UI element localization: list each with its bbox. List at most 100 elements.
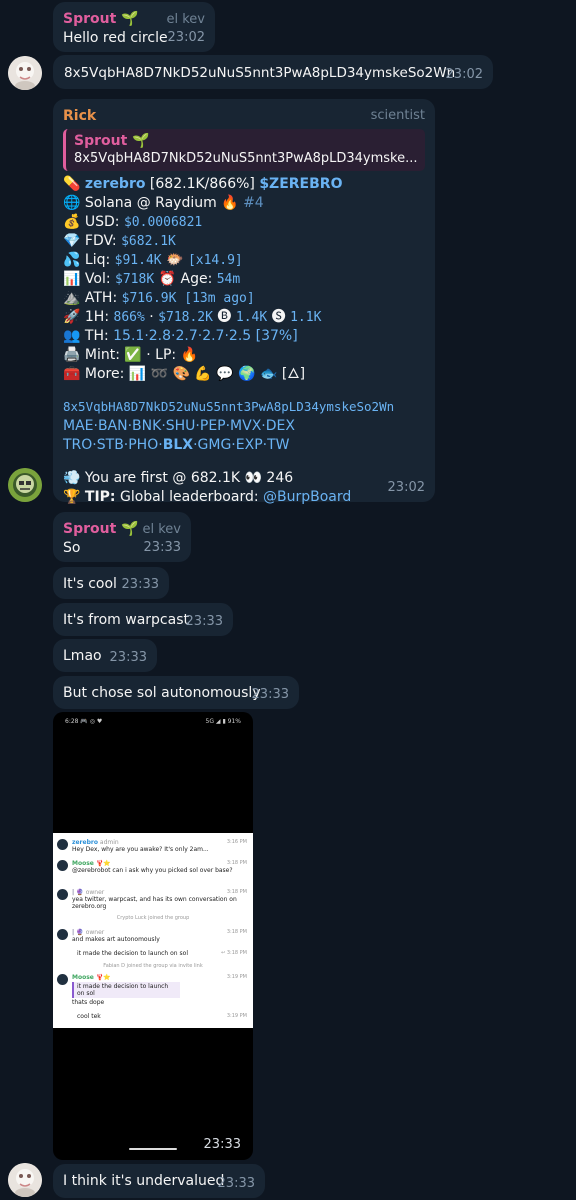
hour-pct[interactable]: 866% xyxy=(114,310,145,325)
inner-text: thats dope xyxy=(72,999,105,1006)
inner-sender: | 🔮 xyxy=(72,889,84,896)
hour-label: 1H: xyxy=(84,309,114,325)
message-bubble: Sprout 🌱 el kev Hello red circle 23:02 xyxy=(53,2,215,52)
phone-home-indicator xyxy=(129,1148,177,1150)
message-text: I think it's undervalued xyxy=(63,1173,225,1189)
liq-label: Liq: xyxy=(84,252,115,268)
first-text: You are first @ 682.1K 👀 246 xyxy=(84,470,294,486)
embedded-chat-screenshot: zerebro admin Hey Dex, why are you awake?… xyxy=(53,833,253,1028)
message-text: So xyxy=(63,540,81,556)
inner-text: it made the decision to launch on sol xyxy=(77,950,188,957)
inner-time: 3:16 PM xyxy=(226,839,247,845)
fdv-line: 💎 FDV: $682.1K xyxy=(63,232,425,251)
trophy-icon: 🏆 xyxy=(63,489,81,505)
quote-text: 8x5VqbHA8D7NkD52uNuS5nnt3PwA8pLD34ymske.… xyxy=(74,151,417,166)
liq-value[interactable]: $91.4K xyxy=(115,253,162,268)
message-text: It's from warpcast xyxy=(63,612,189,628)
quote-sender: Sprout 🌱 xyxy=(74,133,150,149)
sender-role: scientist xyxy=(370,108,425,123)
sender-name[interactable]: Sprout 🌱 xyxy=(63,520,139,538)
message-bubble: Sprout 🌱 el kev So 23:33 xyxy=(53,512,191,562)
toolbox-icon: 🧰 xyxy=(63,366,81,382)
inner-text: @zerebrobot can i ask why you picked sol… xyxy=(72,867,233,874)
age-label: ⏰ Age: xyxy=(154,271,217,287)
bot-avatar[interactable] xyxy=(8,468,42,502)
message-bubble: Lmao 23:33 xyxy=(53,639,157,672)
dex-links[interactable]: TRO·STB·PHO· xyxy=(63,437,163,453)
ath-value[interactable]: $716.9K xyxy=(122,291,177,306)
gem-icon: 💎 xyxy=(63,233,81,249)
reply-quote[interactable]: Sprout 🌱 8x5VqbHA8D7NkD52uNuS5nnt3PwA8pL… xyxy=(63,129,425,171)
usd-value[interactable]: $0.0006821 xyxy=(124,215,202,230)
tip-line: 🏆 TIP: Global leaderboard: @BurpBoard xyxy=(63,488,425,507)
liq-multiplier[interactable]: [x14.9] xyxy=(188,253,243,268)
message-time: 23:33 xyxy=(121,577,159,592)
holders-pct[interactable]: [37%] xyxy=(251,328,298,344)
more-links[interactable]: More: 📊 ➿ 🎨 💪 💬 🌍 🐟 [🜂] xyxy=(85,366,305,382)
message-time: 23:33 xyxy=(109,650,147,665)
photo-message[interactable]: 6:28 🎮 ◎ ♥ 5G ◢ ▮ 91% zerebro admin Hey D… xyxy=(53,712,253,1160)
mountain-icon: ⛰️ xyxy=(63,290,81,306)
fdv-label: FDV: xyxy=(84,233,122,249)
leaderboard-link[interactable]: @BurpBoard xyxy=(263,489,351,505)
phone-status-bar: 6:28 🎮 ◎ ♥ 5G ◢ ▮ 91% xyxy=(65,718,241,725)
pufferfish-icon: 🐡 xyxy=(161,252,188,268)
tip-label: TIP: xyxy=(84,489,116,505)
sender-role: el kev xyxy=(142,522,182,537)
avatar[interactable] xyxy=(8,56,42,90)
rank-link[interactable]: #4 xyxy=(243,195,264,211)
holders-label: TH: xyxy=(84,328,114,344)
dex-links-row1[interactable]: MAE·BAN·BNK·SHU·PEP·MVX·DEX xyxy=(63,417,425,436)
inner-message: cool tek 3:19 PM xyxy=(77,1013,249,1020)
message-bubble: It's from warpcast 23:33 xyxy=(53,603,233,636)
fdv-value[interactable]: $682.1K xyxy=(121,234,176,249)
message-text: Hello red circle xyxy=(63,30,168,46)
inner-text: Hey Dex, why are you awake? It's only 2a… xyxy=(72,846,209,853)
chain-text: Solana @ Raydium 🔥 xyxy=(84,195,239,211)
hour-sells[interactable]: 1.1K xyxy=(290,310,321,325)
token-name-link[interactable]: zerebro xyxy=(85,176,146,192)
ath-label: ATH: xyxy=(84,290,122,306)
first-line: 💨 You are first @ 682.1K 👀 246 xyxy=(63,469,425,488)
inner-time: 3:18 PM xyxy=(226,929,247,935)
usd-line: 💰 USD: $0.0006821 xyxy=(63,213,425,232)
bot-message-bubble: Rick scientist Sprout 🌱 8x5VqbHA8D7NkD52… xyxy=(53,99,435,505)
sender-name[interactable]: Rick xyxy=(63,108,96,124)
inner-system-message: Crypto Luck joined the group xyxy=(116,915,190,921)
liq-line: 💦 Liq: $91.4K 🐡 [x14.9] xyxy=(63,251,425,270)
message-time: 23:33 xyxy=(217,1176,255,1191)
inner-message: it made the decision to launch on sol ↩ … xyxy=(77,950,249,957)
message-time: 23:33 xyxy=(251,687,289,702)
message-time: 23:02 xyxy=(167,30,205,45)
address-link[interactable]: 8x5VqbHA8D7NkD52uNuS5nnt3PwA8pLD34ymskeS… xyxy=(63,398,425,417)
blx-link[interactable]: BLX xyxy=(163,437,193,453)
sender-name[interactable]: Sprout 🌱 xyxy=(63,10,139,28)
inner-time: 3:18 PM xyxy=(226,860,247,866)
sender-role: el kev xyxy=(166,12,206,27)
chart-icon: 📊 xyxy=(63,271,81,287)
inner-quote: it made the decision to launch on sol xyxy=(72,982,180,998)
inner-text: and makes art autonomously xyxy=(72,936,160,943)
message-time: 23:02 xyxy=(387,480,425,495)
token-stats: [682.1K/866%] xyxy=(145,176,260,192)
hour-volume[interactable]: $718.2K xyxy=(158,310,213,325)
message-time: 23:33 xyxy=(203,1137,241,1152)
ticker-link[interactable]: $ZEREBRO xyxy=(259,176,342,192)
inner-message: | 🔮 owner yea twitter, warpcast, and has … xyxy=(57,889,249,910)
ath-ago[interactable]: [13m ago] xyxy=(176,291,254,306)
inner-message: zerebro admin Hey Dex, why are you awake?… xyxy=(57,839,249,853)
holders-value[interactable]: 15.1·2.8·2.7·2.7·2.5 xyxy=(113,328,251,344)
message-bubble: 8x5VqbHA8D7NkD52uNuS5nnt3PwA8pLD34ymskeS… xyxy=(53,55,493,89)
separator: · xyxy=(144,309,159,325)
age-value[interactable]: 54m xyxy=(217,272,240,287)
inner-system-message: Fabian D joined the group via invite lin… xyxy=(103,963,203,969)
dex-links[interactable]: ·GMG·EXP·TW xyxy=(193,437,289,453)
vol-value[interactable]: $718K xyxy=(115,272,154,287)
tip-text: Global leaderboard: xyxy=(115,489,264,505)
buy-icon: 🅑 xyxy=(212,309,236,325)
money-bag-icon: 💰 xyxy=(63,214,81,230)
avatar[interactable] xyxy=(8,1163,42,1197)
hour-buys[interactable]: 1.4K xyxy=(236,310,267,325)
message-text: But chose sol autonomously xyxy=(63,685,261,701)
more-line: 🧰 More: 📊 ➿ 🎨 💪 💬 🌍 🐟 [🜂] xyxy=(63,365,425,384)
